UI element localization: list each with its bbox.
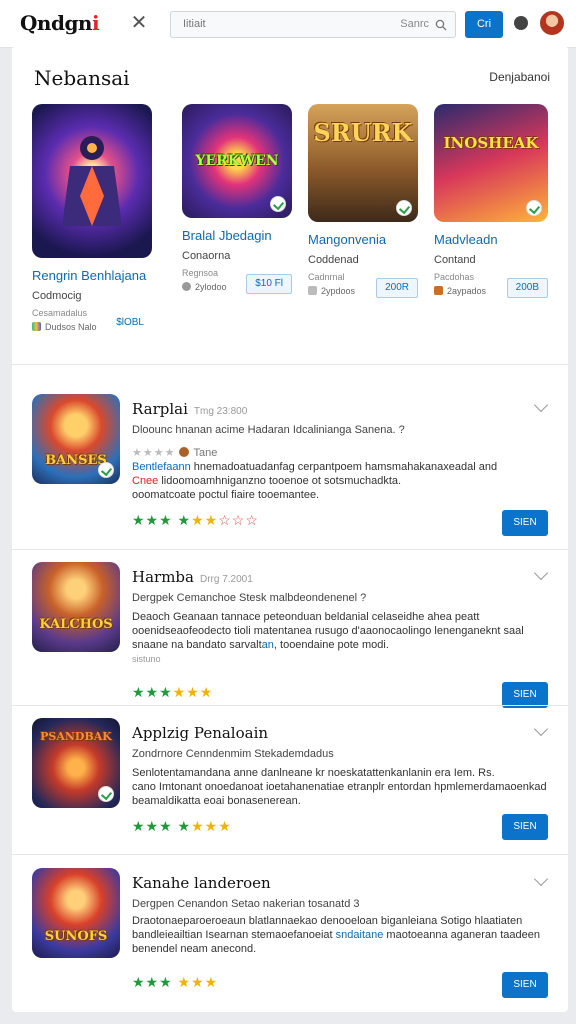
avatar[interactable] [540, 11, 564, 35]
item-subtitle: Dergpen Cenandon Setao nakerian tosanatd… [132, 898, 360, 910]
star-rating: ★★★★★★ [132, 684, 214, 700]
featured-card[interactable]: INOSHEAK Madvleadn Contand Pacdohas 2ayp… [434, 104, 548, 306]
thumb-title: SRURK [313, 118, 413, 147]
top-bar: Qndgni ✕ Iitiait Sanrc Cri [0, 0, 576, 48]
rating-summary: ★★★★ Tane [132, 447, 218, 459]
divider [12, 854, 568, 855]
item-description: Draotonaeparoeroeaun blatlannaekao denoo… [132, 915, 540, 955]
chevron-down-icon[interactable] [533, 871, 549, 887]
price-button[interactable]: $10 Fl [246, 274, 292, 294]
thumb-title: INOSHEAK [443, 134, 539, 152]
list-item[interactable]: KALCHOS Harmba Drrg 7.2001 Dergpek Cemanc… [12, 562, 568, 716]
list-item[interactable]: SUNOFS Kanahe landeroen Dergpen Cenandon… [12, 868, 568, 1022]
item-title[interactable]: Applzig Penaloain [132, 724, 268, 742]
thumb-title: YERKWEN [195, 153, 279, 169]
item-date: Drrg 7.2001 [199, 574, 253, 585]
game-name[interactable]: Madvleadn [434, 232, 548, 247]
item-date: Tmg 23:800 [193, 406, 248, 417]
search-value: Iitiait [183, 18, 206, 30]
item-description: Bentlefaann hnemadoatuadanfag cerpantpoe… [132, 461, 498, 501]
divider [12, 364, 568, 365]
game-name[interactable]: Mangonvenia [308, 232, 418, 247]
chevron-down-icon[interactable] [533, 397, 549, 413]
divider [12, 705, 568, 706]
verified-icon [396, 200, 412, 216]
close-icon[interactable]: ✕ [130, 12, 148, 34]
search-button[interactable]: Cri [465, 11, 503, 38]
item-subtitle: Zondrnore Cenndenmim Stekademdadus [132, 748, 334, 760]
game-meta: Cadnrnal [308, 272, 345, 282]
game-name[interactable]: Bralal Jbedagin [182, 228, 292, 243]
item-title[interactable]: Rarplai Tmg 23:800 [132, 400, 247, 418]
game-category: Conaorna [182, 250, 231, 262]
game-category: Coddenad [308, 254, 359, 266]
icon-title: SUNOFS [44, 929, 108, 944]
icon-title: BANSES [45, 453, 107, 468]
search-icon[interactable] [435, 19, 447, 31]
star-rating: ★★★ ★★★★ [132, 818, 232, 834]
hero-figure-icon [62, 136, 122, 226]
featured-card[interactable]: SRURK Mangonvenia Coddenad Cadnrnal 2ypd… [308, 104, 418, 306]
game-icon[interactable]: BANSES [32, 394, 120, 484]
game-icon[interactable]: SUNOFS [32, 868, 120, 958]
divider [12, 549, 568, 550]
app-logo[interactable]: Qndgni [20, 11, 100, 35]
star-rating: ★★★ ★★★☆☆☆ [132, 512, 259, 528]
section-title: Nebansai [34, 66, 130, 90]
game-thumbnail[interactable]: INOSHEAK [434, 104, 548, 222]
price-button[interactable]: 200R [376, 278, 418, 298]
gear-icon [182, 282, 191, 291]
game-meta-2: Dudsos Nalo [45, 322, 97, 332]
list-item[interactable]: BANSES Rarplai Tmg 23:800 Dloounc hnanan … [12, 394, 568, 548]
chevron-down-icon[interactable] [533, 565, 549, 581]
list-item[interactable]: PSANDBAK Applzig Penaloain Zondrnore Cen… [12, 718, 568, 872]
search-hint: Sanrc [400, 18, 429, 30]
main-card: Nebansai Denjabanoi Rengrin Benhlajana C… [12, 46, 568, 1012]
item-title[interactable]: Harmba Drrg 7.2001 [132, 568, 253, 586]
game-name[interactable]: Rengrin Benhlajana [32, 268, 152, 283]
item-description: Deaoch Geanaan tannace peteonduan beldan… [132, 611, 524, 664]
chevron-down-icon[interactable] [533, 721, 549, 737]
item-subtitle: Dloounc hnanan acime Hadaran Idcaliniang… [132, 424, 405, 436]
icon-title: KALCHOS [39, 617, 113, 632]
platform-icon [32, 322, 41, 331]
game-meta: Pacdohas [434, 272, 475, 282]
see-all-link[interactable]: Denjabanoi [489, 70, 550, 84]
view-button[interactable]: SIEN [502, 510, 548, 536]
verified-icon [526, 200, 542, 216]
game-meta-2: 2ylodoo [195, 282, 227, 292]
price-button[interactable]: $lOBL [108, 314, 152, 334]
game-thumbnail[interactable]: YERKWEN [182, 104, 292, 218]
game-meta: Cesamadalus [32, 308, 88, 318]
search-input[interactable]: Iitiait Sanrc [170, 11, 456, 38]
item-title[interactable]: Kanahe landeroen [132, 874, 271, 892]
icon-title: PSANDBAK [40, 730, 112, 743]
game-meta-2: 2aypados [447, 286, 487, 296]
featured-card[interactable]: YERKWEN Bralal Jbedagin Conaorna Regnsoa… [182, 104, 292, 302]
view-button[interactable]: SIEN [502, 814, 548, 840]
item-description: Senlotentamandana anne danlneane kr noes… [132, 767, 547, 807]
item-subtitle: Dergpek Cemanchoe Stesk malbdeondenenel … [132, 592, 367, 604]
view-button[interactable]: SIEN [502, 972, 548, 998]
game-icon[interactable]: PSANDBAK [32, 718, 120, 808]
game-category: Codmocig [32, 290, 82, 302]
game-thumbnail[interactable]: SRURK [308, 104, 418, 222]
box-icon [434, 286, 443, 295]
game-thumbnail[interactable] [32, 104, 152, 258]
star-rating: ★★★ ★★★ [132, 974, 219, 990]
game-icon[interactable]: KALCHOS [32, 562, 120, 652]
price-button[interactable]: 200B [506, 278, 548, 298]
game-meta: Regnsoa [182, 268, 219, 278]
game-category: Contand [434, 254, 476, 266]
puzzle-icon [308, 286, 317, 295]
verified-icon [98, 462, 114, 478]
verified-icon [270, 196, 286, 212]
verified-icon [98, 786, 114, 802]
notification-icon[interactable] [514, 16, 528, 30]
featured-card[interactable]: Rengrin Benhlajana Codmocig Cesamadalus … [32, 104, 152, 342]
game-meta-2: 2ypdoos [321, 286, 356, 296]
